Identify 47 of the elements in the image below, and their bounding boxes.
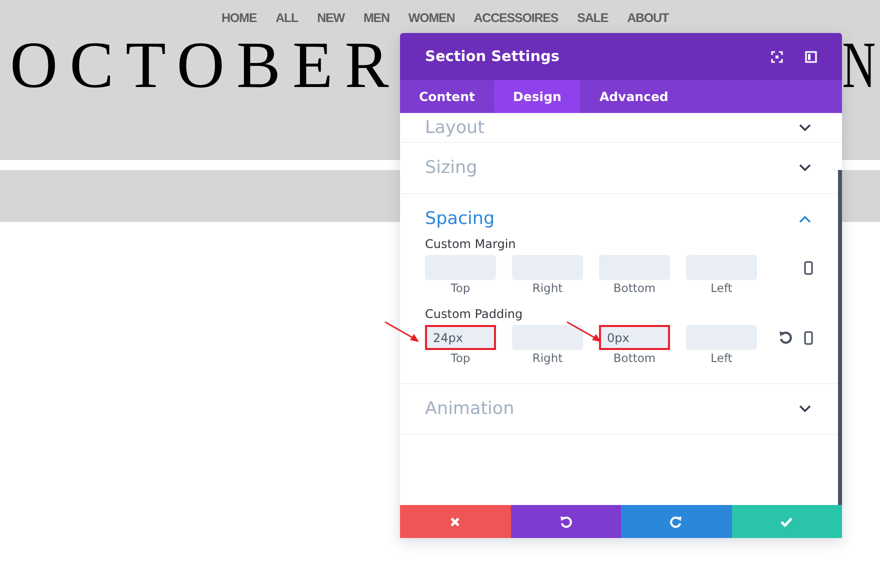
tab[interactable]: Content (400, 80, 494, 113)
input-field[interactable]: 0px (599, 325, 670, 350)
annotation-arrow (384, 321, 420, 343)
phone-icon[interactable] (804, 260, 813, 274)
hero-title: OCTOBER (10, 33, 401, 99)
hero-title-fragment: N (842, 33, 876, 99)
chevron-up-icon[interactable] (799, 215, 811, 223)
nav-link[interactable]: SALE (577, 11, 608, 25)
input-field[interactable]: 24px (425, 325, 496, 350)
panel-title: Section Settings (425, 48, 561, 64)
nav-link[interactable]: HOME (221, 11, 257, 25)
fullscreen-icon[interactable] (771, 50, 783, 62)
check-icon (780, 516, 794, 526)
cancel-button[interactable] (400, 505, 510, 538)
section-title[interactable]: Spacing (425, 209, 495, 229)
chevron-down-icon[interactable] (799, 124, 811, 132)
field-label: Left (710, 281, 732, 295)
undo-icon (560, 516, 572, 528)
option-label: Custom Padding (425, 307, 524, 321)
chevron-down-icon[interactable] (799, 405, 811, 413)
save-button[interactable] (732, 505, 842, 538)
field-label: Top (450, 351, 470, 365)
field-label: Right (532, 351, 563, 365)
tab[interactable]: Advanced (580, 80, 688, 113)
tab[interactable]: Design (494, 80, 580, 113)
close-icon (450, 516, 460, 526)
nav-link[interactable]: NEW (317, 11, 344, 25)
field-label: Bottom (613, 281, 656, 295)
nav-link[interactable]: ABOUT (627, 11, 669, 25)
chevron-down-icon[interactable] (799, 164, 811, 172)
input-field[interactable] (512, 325, 583, 350)
redo-button[interactable] (621, 505, 732, 538)
redo-icon (670, 516, 682, 528)
reset-icon[interactable] (779, 331, 792, 344)
field-label: Left (710, 351, 732, 365)
option-label: Custom Margin (425, 237, 517, 251)
nav-link[interactable]: MEN (363, 11, 390, 25)
annotation-arrow (566, 321, 602, 343)
undo-button[interactable] (510, 505, 621, 538)
nav-link[interactable]: ACCESSOIRES (474, 11, 558, 25)
nav-link[interactable]: WOMEN (408, 11, 455, 25)
field-label: Bottom (613, 351, 656, 365)
nav-link[interactable]: ALL (276, 11, 298, 25)
field-label: Top (450, 281, 470, 295)
field-label: Right (532, 281, 563, 295)
phone-icon[interactable] (804, 330, 813, 344)
sidebar-icon[interactable] (805, 50, 817, 62)
